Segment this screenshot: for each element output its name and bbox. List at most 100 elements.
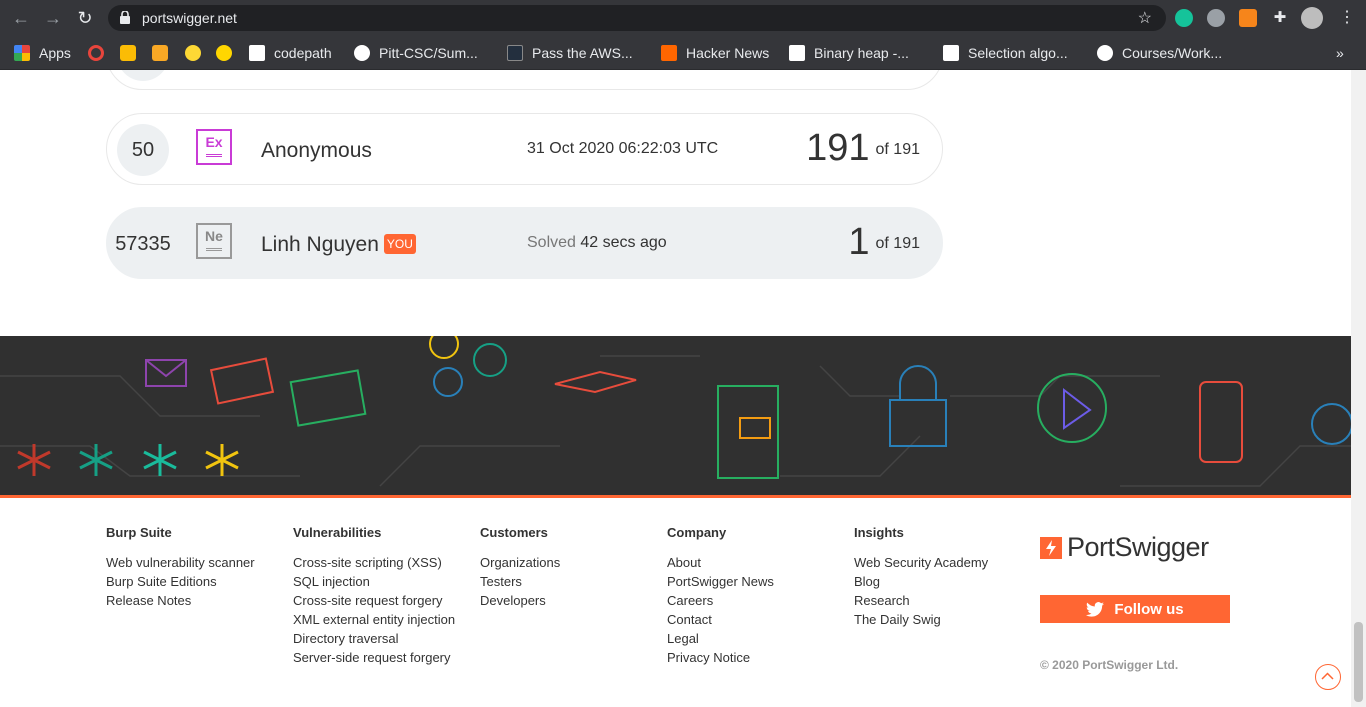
footer-link[interactable]: Organizations [480,555,560,570]
bookmark-label: Pitt-CSC/Sum... [379,45,478,61]
footer-column-title: Insights [854,525,904,540]
mail-icon [209,357,275,405]
bookmark-red-triangle-icon[interactable] [120,45,136,61]
footer-link[interactable]: Cross-site request forgery [293,593,455,608]
footer-link[interactable]: Burp Suite Editions [106,574,255,589]
bookmarks-overflow-button[interactable]: » [1336,43,1344,63]
bookmark-selection-algo[interactable]: Selection algo... [943,43,1068,63]
user-name: Anonymous [261,139,372,162]
footer-link[interactable]: Legal [667,631,774,646]
footer-link[interactable]: Cross-site scripting (XSS) [293,555,455,570]
footer-illustration-banner [0,336,1351,498]
bookmark-apps[interactable]: Apps [14,43,71,63]
footer-link[interactable]: Blog [854,574,988,589]
padlock-icon [889,399,947,447]
bookmark-hacker-news[interactable]: Hacker News [661,43,769,63]
play-icon [1037,373,1107,443]
footer-link[interactable]: Server-side request forgery [293,650,455,665]
bookmark-sun-icon[interactable] [185,45,201,61]
footer-link[interactable]: Testers [480,574,560,589]
bookmark-chat-icon[interactable] [216,45,232,61]
footer-link[interactable]: About [667,555,774,570]
footer-link[interactable]: Developers [480,593,560,608]
footer-link[interactable]: Web Security Academy [854,555,988,570]
footer-column-vulnerabilities: Vulnerabilities Cross-site scripting (XS… [293,525,455,669]
brand-name: PortSwigger [1067,532,1209,562]
hacker-news-icon [661,45,677,61]
score: 191 of 191 [806,127,920,169]
power-extension-icon[interactable] [1207,9,1225,27]
level-badge: Ne [196,223,232,259]
footer-column-title: Customers [480,525,548,540]
solved-time: Solved 42 secs ago [527,234,667,251]
footer-column-title: Burp Suite [106,525,172,540]
you-badge: YOU [383,234,416,254]
level-badge: Ex [196,129,232,165]
footer-link[interactable]: Privacy Notice [667,650,774,665]
bookmark-label: Selection algo... [968,45,1068,61]
metamask-extension-icon[interactable] [1239,9,1257,27]
footer-link[interactable]: Careers [667,593,774,608]
gear-icon [473,343,507,377]
score: 1 of 191 [848,221,920,263]
github-icon [354,45,370,61]
footer-link[interactable]: Web vulnerability scanner [106,555,255,570]
profile-avatar[interactable] [1301,7,1323,29]
page-viewport: 50 Ex Anonymous 31 Oct 2020 06:22:03 UTC… [0,70,1351,707]
scrollbar-thumb[interactable] [1354,622,1363,702]
portswigger-logo-icon [1040,536,1062,559]
back-to-top-button[interactable] [1315,664,1341,690]
puzzle-extensions-icon[interactable]: ✚ [1271,9,1289,27]
gear-icon [1311,403,1351,445]
opera-icon[interactable] [88,45,104,61]
bookmark-courses[interactable]: Courses/Work... [1097,43,1222,63]
gear-icon [433,367,463,397]
portswigger-logo[interactable]: PortSwigger [1040,532,1209,563]
copyright-text: © 2020 PortSwigger Ltd. [1040,658,1179,672]
twitter-icon [1086,601,1105,617]
footer-link[interactable]: Directory traversal [293,631,455,646]
footer-link[interactable]: Research [854,593,988,608]
page-scrollbar[interactable] [1351,70,1366,707]
wikipedia-icon [789,45,805,61]
back-arrow-icon[interactable]: ← [9,6,33,30]
footer-link[interactable]: The Daily Swig [854,612,988,627]
footer-link[interactable]: SQL injection [293,574,455,589]
reload-icon[interactable]: ↻ [73,6,97,30]
footer-column-insights: Insights Web Security Academy Blog Resea… [854,525,988,631]
footer-column-title: Vulnerabilities [293,525,382,540]
footer-link[interactable]: XML external entity injection [293,612,455,627]
bookmark-aws[interactable]: Pass the AWS... [507,43,633,63]
apps-grid-icon [14,45,30,61]
aws-icon [507,45,523,61]
follow-us-button[interactable]: Follow us [1040,595,1230,623]
footer-column-customers: Customers Organizations Testers Develope… [480,525,560,612]
bookmark-binary-heap[interactable]: Binary heap -... [789,43,909,63]
graduation-cap-icon [554,370,637,394]
bookmark-label: Binary heap -... [814,45,909,61]
footer-column-company: Company About PortSwigger News Careers C… [667,525,774,669]
bookmark-label: Hacker News [686,45,770,61]
illustration-graphic [0,336,1351,487]
phone-icon [1199,381,1243,463]
forward-arrow-icon[interactable]: → [41,6,65,30]
wikipedia-icon [943,45,959,61]
footer-link[interactable]: Release Notes [106,593,255,608]
bookmarks-bar: Apps codepath Pitt-CSC/Sum... Pass the A… [0,36,1366,70]
menu-kebab-icon[interactable]: ⋮ [1338,9,1356,27]
bookmark-pe-icon[interactable] [152,45,168,61]
bookmark-codepath[interactable]: codepath [249,43,332,63]
bookmark-pitt-csc[interactable]: Pitt-CSC/Sum... [354,43,478,63]
footer-link[interactable]: Contact [667,612,774,627]
rank: 50 [117,124,169,176]
grammarly-extension-icon[interactable] [1175,9,1193,27]
globe-icon [1097,45,1113,61]
bookmark-label: Courses/Work... [1122,45,1223,61]
footer-link[interactable]: PortSwigger News [667,574,774,589]
browser-toolbar: ← → ↻ portswigger.net ☆ ✚ ⋮ [0,0,1366,36]
bookmark-label: codepath [274,45,332,61]
bookmark-label: Apps [39,45,71,61]
mail-icon [289,369,367,427]
address-bar[interactable]: portswigger.net ☆ [108,5,1166,31]
bookmark-star-icon[interactable]: ☆ [1138,8,1152,28]
